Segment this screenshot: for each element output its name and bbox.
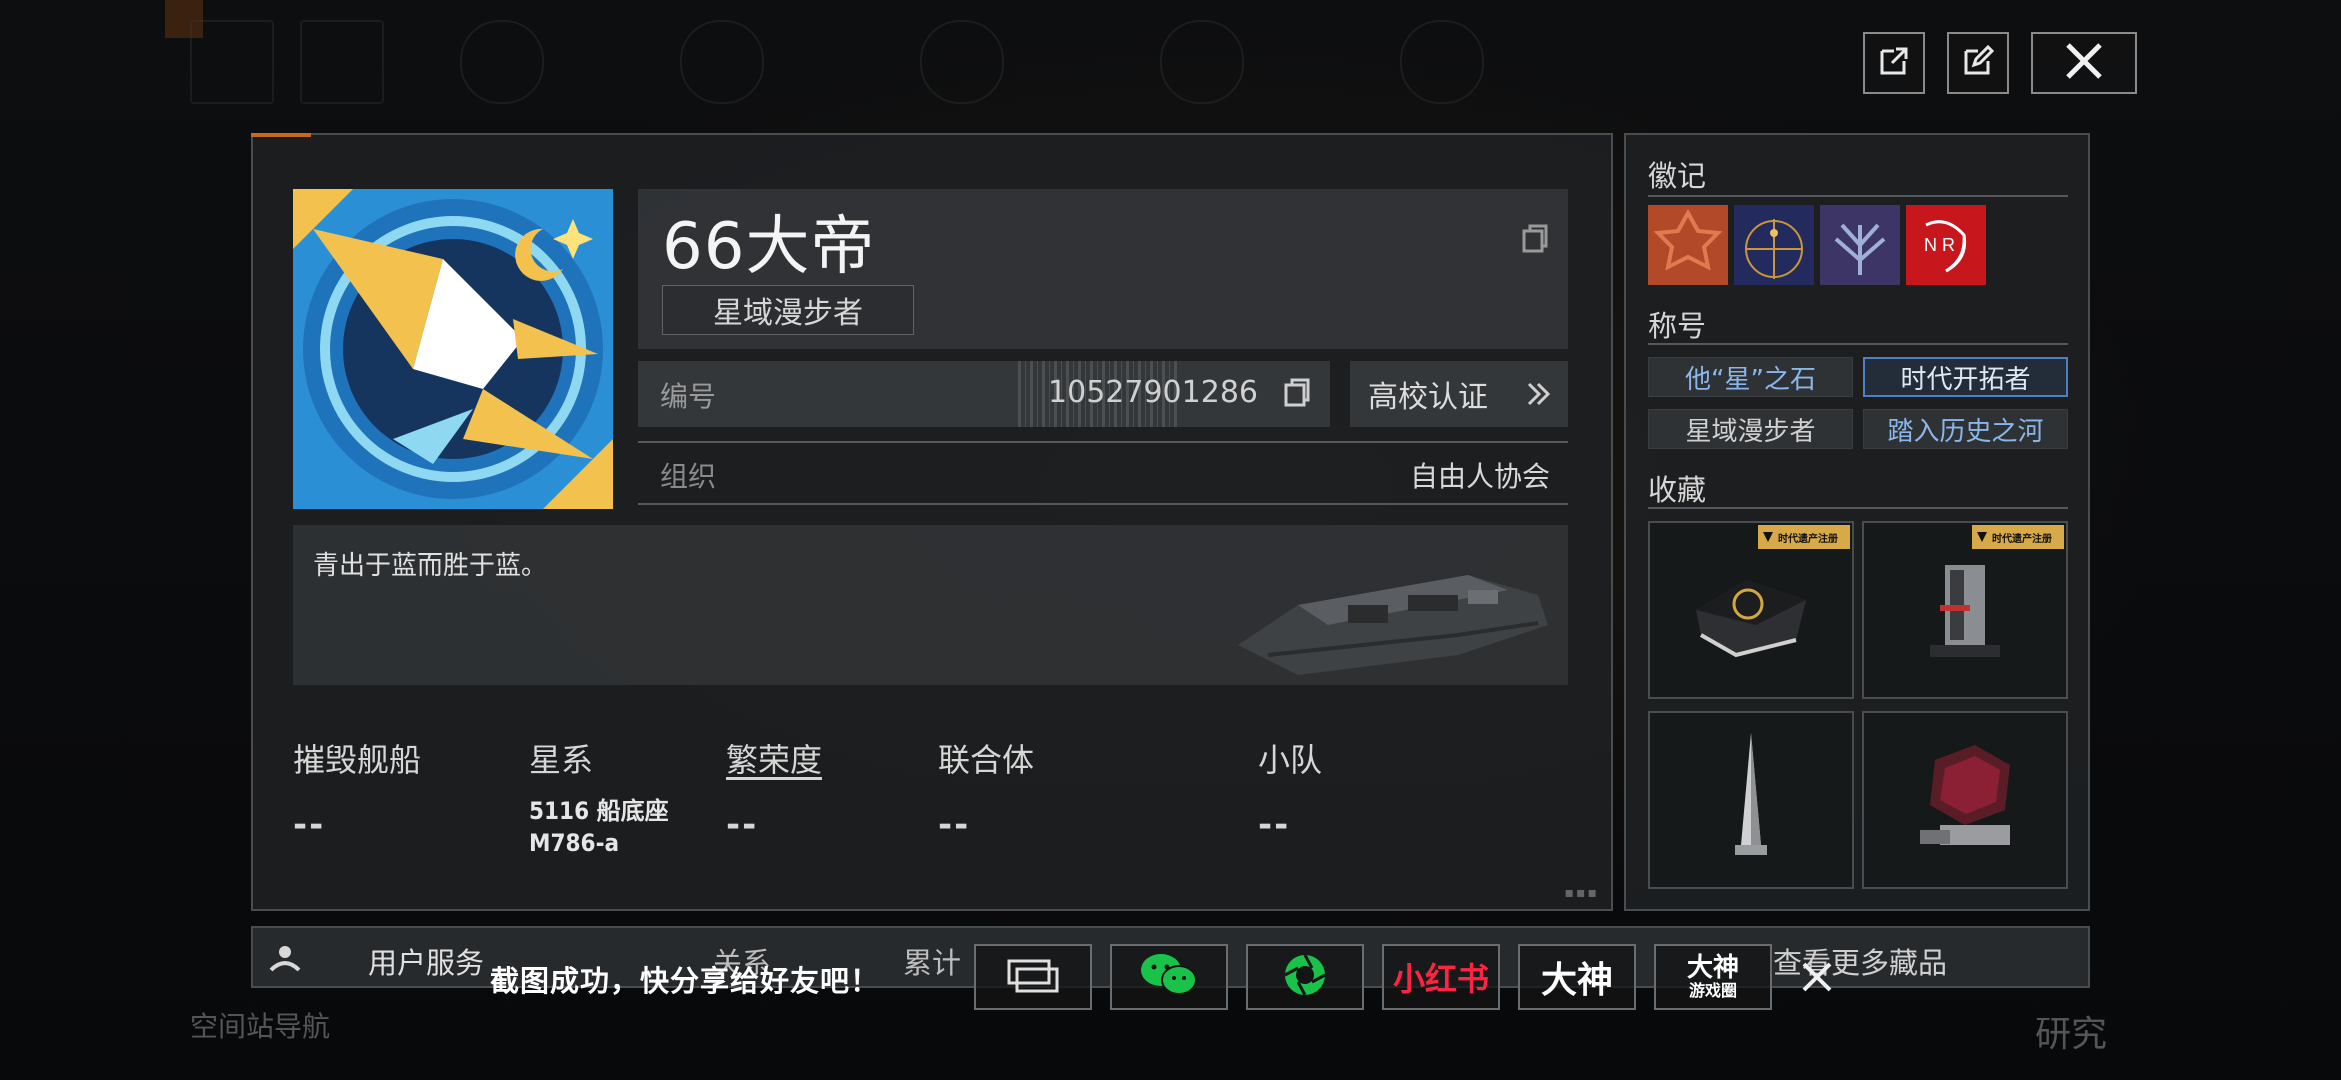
corner-dots: ▪▪▪ [1564,885,1599,901]
share-moments-button[interactable] [1246,944,1364,1010]
avatar[interactable] [293,189,613,509]
collection-model-obelisk [1735,733,1767,855]
title-chip[interactable]: 踏入历史之河 [1863,409,2068,449]
title-chip[interactable]: 星域漫步者 [1648,409,1853,449]
badge-star-emblem[interactable] [1648,205,1728,285]
share-toast: 截图成功，快分享给好友吧！ 小红书 大神 大神 游戏圈 [480,944,1840,1016]
title-chip-selected[interactable]: 时代开拓者 [1863,357,2068,397]
collection-model-cube [1920,745,2010,845]
bg-research-label: 研究 [2035,1014,2108,1055]
badge-tree-emblem[interactable] [1820,205,1900,285]
profile-card: 66大帝 星域漫步者 编号 10527901286 高校认证 组织 自由人协会 … [251,133,1613,911]
collection-item[interactable] [1862,711,2068,889]
stat-value: -- [726,805,759,845]
name-block: 66大帝 星域漫步者 [638,189,1568,349]
share-wechat-button[interactable] [1110,944,1228,1010]
share-close-icon[interactable] [1800,960,1834,998]
organization-row[interactable]: 组织 自由人协会 [638,441,1568,505]
external-link-icon [1876,43,1912,83]
copy-name-icon[interactable] [1520,223,1550,259]
edit-icon [1960,43,1996,83]
galaxy-line-2: M786-a [529,829,620,857]
screenshot-frame-icon [1005,955,1061,999]
share-external-button[interactable] [1863,32,1925,94]
stat-union: 联合体 -- [938,735,1034,845]
divider [1648,195,2068,197]
current-title-badge[interactable]: 星域漫步者 [662,285,914,335]
share-message: 截图成功，快分享给好友吧！ [490,964,881,998]
heritage-tag-icon [1762,528,1774,547]
collection-model-pillar [1930,565,2000,657]
stat-value: -- [1258,805,1291,845]
heritage-tag-label: 时代遗产注册 [1992,533,2052,545]
stat-prosperity[interactable]: 繁荣度 -- [726,735,822,845]
collection-item[interactable]: 时代遗产注册 [1862,521,2068,699]
user-service-icon [267,940,303,980]
svg-text:N R: N R [1924,235,1955,255]
campus-verify-button[interactable]: 高校认证 [1350,361,1568,427]
moments-shutter-icon [1282,952,1328,1002]
stat-value: 5116 船底座 M786-a [529,795,669,859]
titles-title: 称号 [1648,309,1707,343]
id-value: 10527901286 [1048,375,1258,410]
top-actions [1863,32,2137,94]
user-service-button[interactable]: 用户服务 [368,940,484,982]
motto-text: 青出于蓝而胜于蓝。 [313,551,548,581]
collection-grid: 时代遗产注册 时代遗产注册 [1648,521,2068,889]
motto-box[interactable]: 青出于蓝而胜于蓝。 [293,525,1568,685]
titles-grid: 他“星”之石 时代开拓者 星域漫步者 踏入历史之河 [1648,357,2068,449]
heritage-tag-label: 时代遗产注册 [1778,533,1838,545]
share-xiaohongshu-button[interactable]: 小红书 [1382,944,1500,1010]
background-toolbar [160,0,2140,120]
player-id-row: 编号 10527901286 [638,361,1330,427]
id-label: 编号 [660,380,717,413]
divider [1648,507,2068,509]
heritage-tag: 时代遗产注册 [1972,525,2064,549]
org-label: 组织 [660,460,717,493]
stat-label: 星系 [529,741,594,779]
badge-constellation-emblem[interactable] [1734,205,1814,285]
heritage-tag: 时代遗产注册 [1758,525,1850,549]
badges-list: N R [1648,205,1986,285]
close-icon [2062,39,2106,87]
badges-title: 徽记 [1648,159,1707,193]
collection-item[interactable]: 时代遗产注册 [1648,521,1854,699]
divider [1648,343,2068,345]
side-panel: 徽记 N R 称号 他“星”之石 时代开拓者 星域漫步者 踏入历史之河 收藏 时… [1624,133,2090,911]
stat-label: 摧毁舰船 [293,741,422,779]
campus-verify-label: 高校认证 [1368,380,1488,415]
stat-value: -- [938,805,971,845]
stat-value: -- [293,805,326,845]
double-chevron-right-icon [1526,381,1552,411]
share-screenshot-button[interactable] [974,944,1092,1010]
stat-label: 联合体 [938,741,1035,779]
collection-item[interactable] [1648,711,1854,889]
collection-model-hex [1696,580,1806,658]
dashen-circle-top: 大神 [1686,953,1739,983]
stat-galaxy: 星系 5116 船底座 M786-a [529,735,669,859]
wechat-icon [1139,952,1199,1002]
share-dashen-circle-button[interactable]: 大神 游戏圈 [1654,944,1772,1010]
collection-title: 收藏 [1648,473,1707,507]
player-name: 66大帝 [662,210,876,284]
stat-destroyed-ships: 摧毁舰船 -- [293,735,421,845]
stats-row: 摧毁舰船 -- 星系 5116 船底座 M786-a 繁荣度 -- 联合体 --… [293,735,1573,885]
title-chip[interactable]: 他“星”之石 [1648,357,1853,397]
copy-id-icon[interactable] [1282,377,1312,413]
org-value: 自由人协会 [1409,460,1550,493]
stat-squad: 小队 -- [1258,735,1322,845]
bg-nav-hint: 空间站导航 [190,1010,331,1043]
edit-profile-button[interactable] [1947,32,2009,94]
share-dashen-button[interactable]: 大神 [1518,944,1636,1010]
stat-label[interactable]: 繁荣度 [726,735,822,781]
stat-label: 小队 [1258,741,1323,779]
dashen-circle-bottom: 游戏圈 [1688,981,1737,1000]
close-button[interactable] [2031,32,2137,94]
spaceship-illustration [1238,575,1548,675]
galaxy-line-1: 5116 船底座 [529,797,669,825]
badge-nerv-emblem[interactable]: N R [1906,205,1986,285]
card-accent [251,133,311,137]
heritage-tag-icon [1976,528,1988,547]
